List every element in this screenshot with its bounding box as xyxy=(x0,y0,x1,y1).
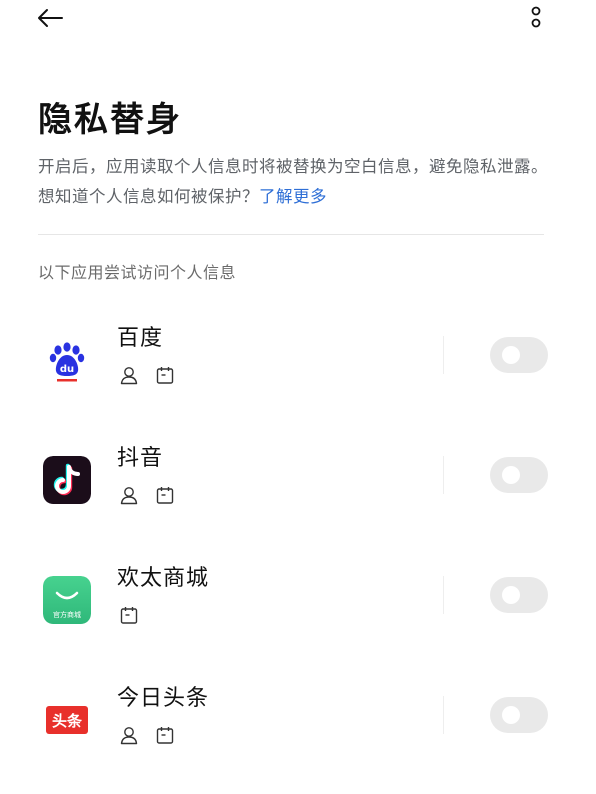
privacy-toggle-heytap-mall[interactable] xyxy=(490,577,548,613)
baidu-app-icon: du xyxy=(43,336,91,384)
more-options-button[interactable] xyxy=(522,2,550,32)
toggle-knob xyxy=(502,346,520,364)
page-description: 开启后，应用读取个人信息时将被替换为空白信息，避免隐私泄露。想知道个人信息如何被… xyxy=(38,152,554,212)
toggle-knob xyxy=(502,466,520,484)
heytap-icon-label: 官方商城 xyxy=(53,610,81,619)
learn-more-link[interactable]: 了解更多 xyxy=(259,187,327,206)
row-divider xyxy=(443,696,444,734)
top-bar xyxy=(0,0,596,40)
toggle-knob xyxy=(502,706,520,724)
toggle-knob xyxy=(502,586,520,604)
app-row-toutiao: 头条 今日头条 xyxy=(0,678,596,778)
app-row-baidu: du 百度 xyxy=(0,318,596,418)
toutiao-icon-label: 头条 xyxy=(52,712,83,730)
toutiao-app-icon: 头条 xyxy=(43,696,91,744)
calendar-icon xyxy=(154,364,176,386)
app-name: 百度 xyxy=(117,326,164,351)
app-row-heytap-mall: 官方商城 欢太商城 xyxy=(0,558,596,658)
more-vertical-icon xyxy=(531,6,541,28)
privacy-toggle-toutiao[interactable] xyxy=(490,697,548,733)
contacts-icon xyxy=(118,484,140,506)
calendar-icon xyxy=(118,604,140,626)
svg-text:du: du xyxy=(60,364,74,375)
privacy-toggle-baidu[interactable] xyxy=(490,337,548,373)
privacy-toggle-douyin[interactable] xyxy=(490,457,548,493)
permission-icons xyxy=(118,364,176,386)
permission-icons xyxy=(118,604,140,626)
heytap-mall-app-icon: 官方商城 xyxy=(43,576,91,624)
app-name: 抖音 xyxy=(117,446,164,471)
back-button[interactable] xyxy=(32,4,68,32)
permission-icons xyxy=(118,724,176,746)
calendar-icon xyxy=(154,724,176,746)
app-name: 欢太商城 xyxy=(117,566,210,591)
app-row-douyin: 抖音 xyxy=(0,438,596,538)
divider xyxy=(38,234,544,235)
page-title: 隐私替身 xyxy=(38,100,182,140)
row-divider xyxy=(443,336,444,374)
contacts-icon xyxy=(118,364,140,386)
row-divider xyxy=(443,576,444,614)
permission-icons xyxy=(118,484,176,506)
section-label: 以下应用尝试访问个人信息 xyxy=(38,263,237,282)
app-name: 今日头条 xyxy=(117,686,210,711)
calendar-icon xyxy=(154,484,176,506)
douyin-app-icon xyxy=(43,456,91,504)
row-divider xyxy=(443,456,444,494)
contacts-icon xyxy=(118,724,140,746)
arrow-left-icon xyxy=(38,9,63,27)
